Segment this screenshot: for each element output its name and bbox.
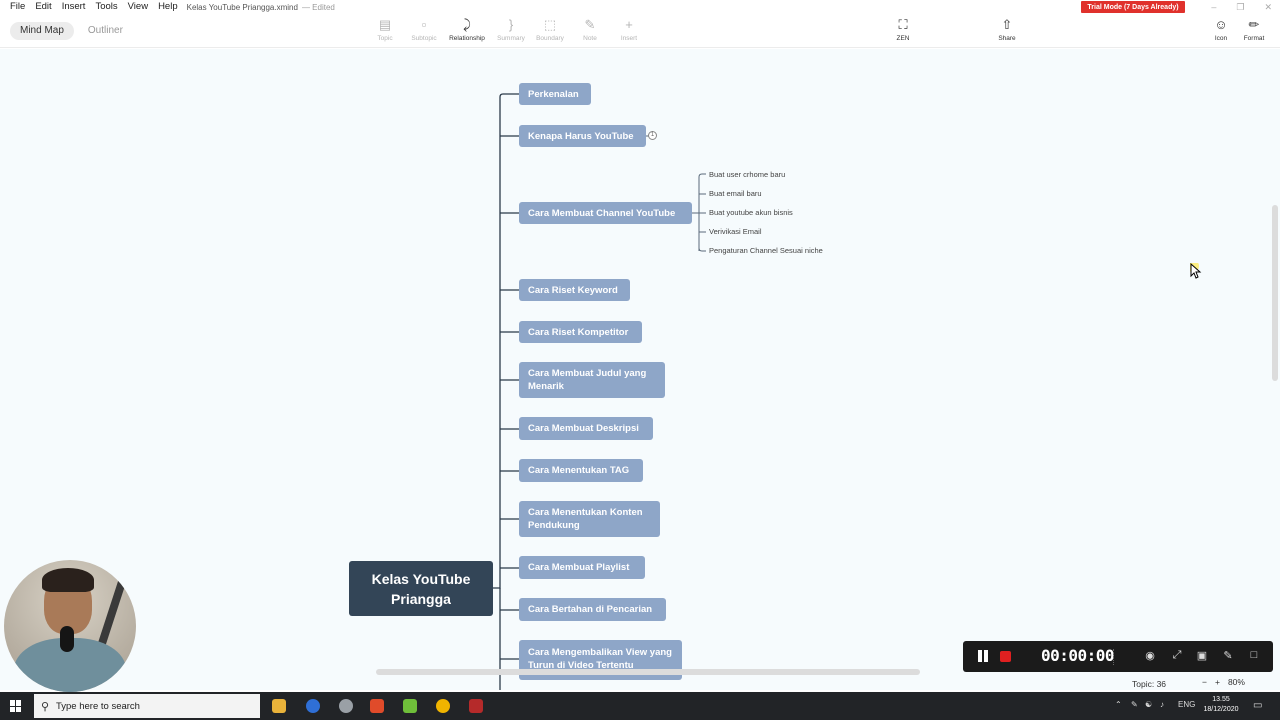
- topic-node[interactable]: Cara Membuat Deskripsi: [519, 417, 653, 440]
- notification-icon[interactable]: ▭: [1253, 700, 1262, 711]
- menu-insert[interactable]: Insert: [57, 0, 91, 14]
- recorder-divider: [1113, 649, 1115, 665]
- fullscreen-icon: ⛶: [898, 17, 908, 32]
- zoom-controls: − + 80%: [1202, 677, 1245, 687]
- pen-icon[interactable]: ✎: [1221, 649, 1235, 662]
- tab-mind-map[interactable]: Mind Map: [10, 22, 74, 40]
- zen-button[interactable]: ⛶ ZEN: [881, 16, 925, 43]
- tab-outliner[interactable]: Outliner: [78, 22, 133, 40]
- topic-node[interactable]: Cara Membuat Playlist: [519, 556, 645, 579]
- topic-node[interactable]: Cara Membuat Channel YouTube: [519, 202, 692, 224]
- windows-taskbar: ⚲ Type here to search ⌃ ✎ ☯ ♪ ENG 13.55 …: [0, 692, 1280, 720]
- xmind-icon[interactable]: [370, 699, 384, 713]
- boundary-button[interactable]: ⬚ Boundary: [528, 16, 572, 43]
- topic-node[interactable]: Kenapa Harus YouTube: [519, 125, 646, 147]
- vertical-scrollbar[interactable]: [1272, 205, 1278, 381]
- horizontal-scrollbar[interactable]: [376, 669, 920, 675]
- share-button[interactable]: ⇧ Share: [985, 16, 1029, 43]
- minimize-icon[interactable]: –: [1211, 0, 1216, 14]
- topic-node[interactable]: Cara Riset Keyword: [519, 279, 630, 301]
- maximize-icon[interactable]: ❐: [1236, 0, 1244, 14]
- subtopic-icon: ▫: [421, 17, 427, 32]
- resize-icon[interactable]: ⤢: [1170, 649, 1184, 662]
- plus-icon: +: [625, 17, 633, 32]
- system-clock[interactable]: 13.55 18/12/2020: [1201, 695, 1241, 715]
- topic-node[interactable]: Perkenalan: [519, 83, 591, 105]
- topic-node[interactable]: Cara Bertahan di Pencarian: [519, 598, 666, 621]
- menu-edit[interactable]: Edit: [30, 0, 56, 14]
- webcam-overlay: [4, 560, 136, 692]
- menu-tools[interactable]: Tools: [90, 0, 122, 14]
- topic-node[interactable]: Cara Menentukan Konten Pendukung: [519, 501, 660, 537]
- chrome-alt-icon[interactable]: [339, 699, 353, 713]
- stop-record-icon[interactable]: [1000, 651, 1011, 662]
- trial-mode-badge[interactable]: Trial Mode (7 Days Already): [1081, 1, 1185, 13]
- insert-button[interactable]: + Insert: [607, 16, 651, 43]
- note-icon: ✎: [584, 17, 596, 32]
- subtopic-node[interactable]: Pengaturan Channel Sesuai niche: [709, 245, 823, 256]
- file-explorer-icon[interactable]: [272, 699, 286, 713]
- windows-start-icon[interactable]: [10, 700, 22, 712]
- topic-icon: ▤: [378, 17, 392, 32]
- topic-button[interactable]: ▤ Topic: [363, 16, 407, 43]
- format-panel-button[interactable]: ✏ Format: [1232, 16, 1276, 43]
- taskbar-search[interactable]: ⚲ Type here to search: [34, 694, 260, 718]
- topic-node[interactable]: Cara Membuat Judul yang Menarik: [519, 362, 665, 398]
- subtopic-button[interactable]: ▫ Subtopic: [402, 16, 446, 43]
- language-indicator[interactable]: ENG: [1178, 700, 1195, 709]
- boundary-icon: ⬚: [543, 17, 557, 32]
- subtopic-node[interactable]: Verivikasi Email: [709, 226, 762, 237]
- recording-timer: 00:00:00: [1041, 646, 1115, 665]
- network-icon[interactable]: ☯: [1145, 700, 1152, 709]
- search-icon: ⚲: [40, 700, 50, 713]
- close-icon[interactable]: ✕: [1264, 0, 1272, 14]
- relationship-icon: ⤸: [463, 17, 471, 32]
- zoom-in-button[interactable]: +: [1215, 677, 1220, 687]
- menu-help[interactable]: Help: [153, 0, 183, 14]
- screen-recorder-bar: 00:00:00 ◉ ⤢ ▣ ✎ □: [963, 641, 1273, 672]
- brush-icon: ✏: [1248, 17, 1260, 32]
- recorder-app-icon[interactable]: [469, 699, 483, 713]
- menu-view[interactable]: View: [123, 0, 153, 14]
- volume-icon[interactable]: ♪: [1160, 700, 1164, 709]
- tray-chevron-icon[interactable]: ⌃: [1115, 700, 1122, 709]
- relationship-button[interactable]: ⤸ Relationship: [445, 16, 489, 43]
- webcam-toggle-icon[interactable]: ◉: [1143, 649, 1157, 662]
- chrome-icon[interactable]: [436, 699, 450, 713]
- document-status: — Edited: [301, 2, 335, 12]
- tray-pen-icon[interactable]: ✎: [1131, 700, 1138, 709]
- document-title: Kelas YouTube Priangga.xmind: [186, 2, 298, 12]
- pause-icon[interactable]: [977, 650, 989, 662]
- topic-node[interactable]: Cara Menentukan TAG: [519, 459, 643, 482]
- subtopic-node[interactable]: Buat email baru: [709, 188, 762, 199]
- menu-file[interactable]: File: [0, 0, 30, 14]
- summary-button[interactable]: } Summary: [489, 16, 533, 43]
- window-controls: – ❐ ✕: [1211, 0, 1272, 14]
- zoom-out-button[interactable]: −: [1202, 677, 1207, 687]
- zoom-level[interactable]: 80%: [1228, 677, 1245, 687]
- mind-map-canvas[interactable]: Kelas YouTube Priangga Perkenalan Kenapa…: [0, 49, 1280, 690]
- view-switcher: Mind Map Outliner: [10, 22, 137, 40]
- collapse-toggle[interactable]: 1: [648, 131, 657, 140]
- topic-count: Topic: 36: [1132, 679, 1167, 689]
- toolbar: Mind Map Outliner ▤ Topic ▫ Subtopic ⤸ R…: [0, 14, 1280, 48]
- subtopic-node[interactable]: Buat user crhome baru: [709, 169, 785, 180]
- note-button[interactable]: ✎ Note: [568, 16, 612, 43]
- edge-browser-icon[interactable]: [306, 699, 320, 713]
- central-topic[interactable]: Kelas YouTube Priangga: [349, 561, 493, 616]
- mouse-cursor-icon: [1190, 263, 1202, 279]
- summary-icon: }: [508, 17, 514, 32]
- subtopic-node[interactable]: Buat youtube akun bisnis: [709, 207, 793, 218]
- topic-node[interactable]: Cara Riset Kompetitor: [519, 321, 642, 343]
- camera-icon[interactable]: ▣: [1195, 649, 1209, 662]
- share-icon: ⇧: [1001, 17, 1013, 32]
- window-icon[interactable]: □: [1247, 649, 1261, 661]
- android-icon[interactable]: [403, 699, 417, 713]
